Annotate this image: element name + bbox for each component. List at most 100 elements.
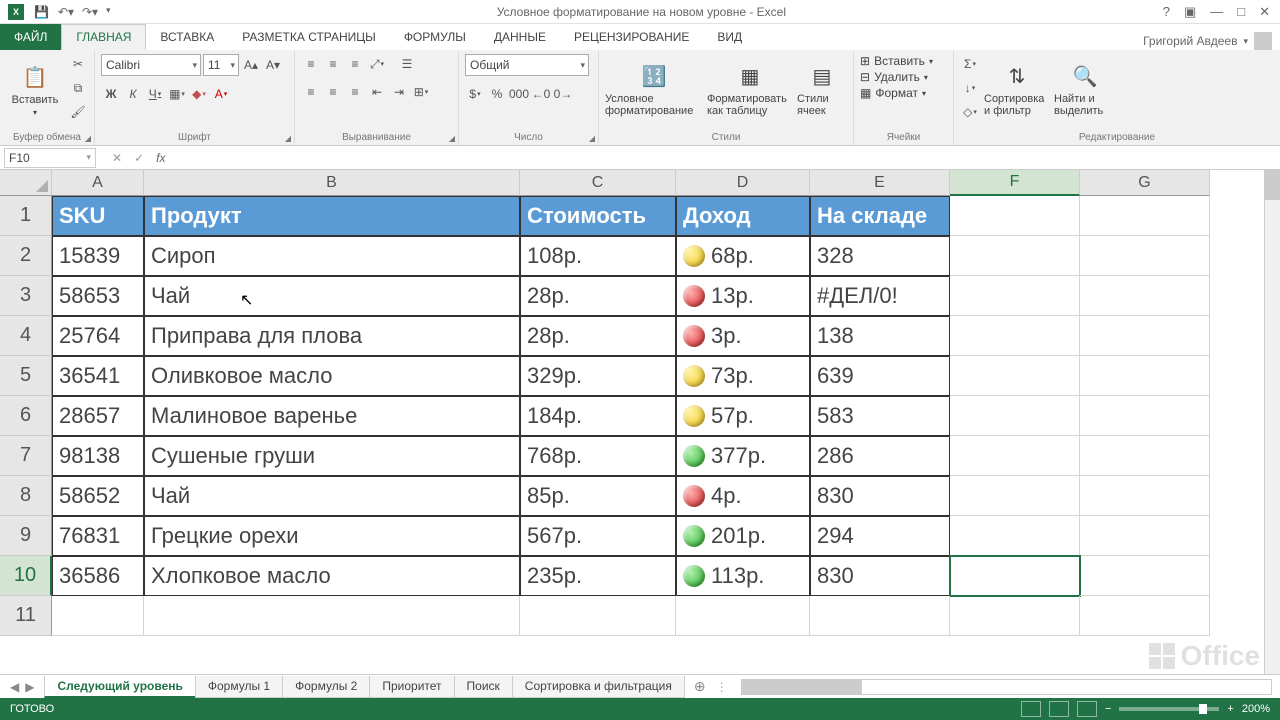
cell-E3[interactable]: #ДЕЛ/0! [810,276,950,316]
name-box[interactable]: F10 [4,148,96,168]
orientation-icon[interactable]: ⤢ [367,54,387,74]
tab-home[interactable]: ГЛАВНАЯ [61,24,146,50]
format-cells-button[interactable]: ▦Формат▾ [860,86,926,100]
dialog-launcher-icon[interactable]: ◢ [285,134,291,143]
cell-B5[interactable]: Оливковое масло [144,356,520,396]
cell-G8[interactable] [1080,476,1210,516]
cell-C4[interactable]: 28р. [520,316,676,356]
cell-E2[interactable]: 328 [810,236,950,276]
qat-customize-icon[interactable]: ▾ [106,5,120,19]
cell-C3[interactable]: 28р. [520,276,676,316]
cell-G1[interactable] [1080,196,1210,236]
number-format-combo[interactable]: Общий [465,54,589,76]
cell-D6[interactable]: 57р. [676,396,810,436]
row-header-5[interactable]: 5 [0,356,52,396]
column-header-A[interactable]: A [52,170,144,196]
cell-F4[interactable] [950,316,1080,356]
align-top-icon[interactable]: ≡ [301,54,321,74]
page-layout-view-icon[interactable] [1049,701,1069,717]
find-select-button[interactable]: 🔍 Найти и выделить [1054,54,1116,126]
cell-C7[interactable]: 768р. [520,436,676,476]
cell-G6[interactable] [1080,396,1210,436]
cell-C8[interactable]: 85р. [520,476,676,516]
cell-B6[interactable]: Малиновое варенье [144,396,520,436]
column-header-C[interactable]: C [520,170,676,196]
vertical-scrollbar[interactable] [1264,170,1280,674]
ribbon-display-icon[interactable]: ▣ [1184,4,1196,20]
row-header-6[interactable]: 6 [0,396,52,436]
cell-B11[interactable] [144,596,520,636]
cell-A8[interactable]: 58652 [52,476,144,516]
cell-E4[interactable]: 138 [810,316,950,356]
increase-indent-icon[interactable]: ⇥ [389,82,409,102]
cell-E6[interactable]: 583 [810,396,950,436]
cell-A5[interactable]: 36541 [52,356,144,396]
select-all-corner[interactable] [0,170,52,196]
decrease-indent-icon[interactable]: ⇤ [367,82,387,102]
font-color-icon[interactable]: A [211,84,231,104]
header-cell-D1[interactable]: Доход [676,196,810,236]
fill-icon[interactable]: ↓ [960,78,980,98]
fill-color-icon[interactable]: ◆ [189,84,209,104]
row-header-11[interactable]: 11 [0,596,52,636]
sheet-tab[interactable]: Формулы 1 [195,676,283,698]
sheet-tab[interactable]: Сортировка и фильтрация [512,676,685,698]
cell-E7[interactable]: 286 [810,436,950,476]
cell-F9[interactable] [950,516,1080,556]
cell-A6[interactable]: 28657 [52,396,144,436]
cell-F2[interactable] [950,236,1080,276]
header-cell-A1[interactable]: SKU [52,196,144,236]
clear-icon[interactable]: ◇ [960,102,980,122]
currency-icon[interactable]: $ [465,84,485,104]
zoom-level[interactable]: 200% [1242,703,1270,715]
cell-C11[interactable] [520,596,676,636]
user-dropdown-icon[interactable]: ▾ [1243,36,1248,47]
column-header-G[interactable]: G [1080,170,1210,196]
row-header-4[interactable]: 4 [0,316,52,356]
cell-A11[interactable] [52,596,144,636]
cell-F5[interactable] [950,356,1080,396]
horizontal-scrollbar[interactable] [741,679,1272,695]
cell-E9[interactable]: 294 [810,516,950,556]
formula-input[interactable] [177,148,1280,168]
cell-styles-button[interactable]: ▤ Стили ячеек [797,54,847,126]
cell-C5[interactable]: 329р. [520,356,676,396]
column-header-D[interactable]: D [676,170,810,196]
insert-function-icon[interactable]: fx [156,151,165,165]
cell-D2[interactable]: 68р. [676,236,810,276]
increase-font-icon[interactable]: A▴ [241,55,261,75]
column-header-B[interactable]: B [144,170,520,196]
zoom-slider[interactable] [1119,707,1219,711]
avatar[interactable] [1254,32,1272,50]
dialog-launcher-icon[interactable]: ◢ [449,134,455,143]
dialog-launcher-icon[interactable]: ◢ [85,134,91,143]
cell-B2[interactable]: Сироп [144,236,520,276]
cell-A7[interactable]: 98138 [52,436,144,476]
help-icon[interactable]: ? [1163,4,1170,20]
sheet-tab[interactable]: Приоритет [369,676,454,698]
cell-F10[interactable] [950,556,1080,596]
sort-filter-button[interactable]: ⇅ Сортировка и фильтр [984,54,1050,126]
percent-icon[interactable]: % [487,84,507,104]
font-size-combo[interactable]: 11 [203,54,239,76]
column-header-E[interactable]: E [810,170,950,196]
cell-D8[interactable]: 4р. [676,476,810,516]
cell-A9[interactable]: 76831 [52,516,144,556]
cell-B9[interactable]: Грецкие орехи [144,516,520,556]
sheet-nav-prev-icon[interactable]: ◀ [10,680,19,694]
cell-D5[interactable]: 73р. [676,356,810,396]
autosum-icon[interactable]: Σ [960,54,980,74]
comma-icon[interactable]: 000 [509,84,529,104]
sheet-tab[interactable]: Следующий уровень [44,676,195,698]
cell-B3[interactable]: Чай [144,276,520,316]
cancel-formula-icon[interactable]: ✕ [112,151,122,165]
page-break-view-icon[interactable] [1077,701,1097,717]
conditional-formatting-button[interactable]: 🔢 Условное форматирование [605,54,703,126]
cell-C10[interactable]: 235р. [520,556,676,596]
cell-C2[interactable]: 108р. [520,236,676,276]
align-right-icon[interactable]: ≡ [345,82,365,102]
cell-G5[interactable] [1080,356,1210,396]
border-icon[interactable]: ▦ [167,84,187,104]
enter-formula-icon[interactable]: ✓ [134,151,144,165]
row-header-8[interactable]: 8 [0,476,52,516]
